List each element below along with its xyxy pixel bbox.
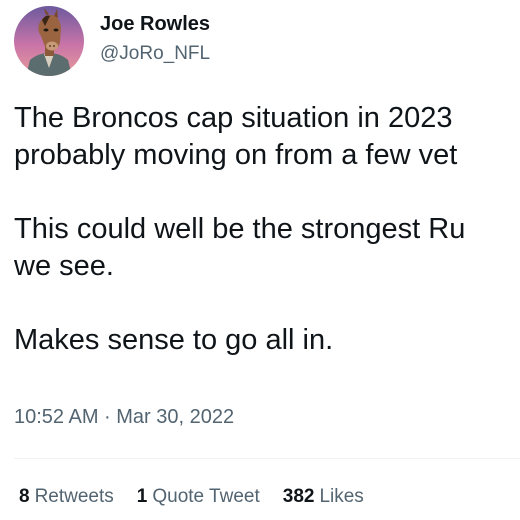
tweet-paragraph: The Broncos cap situation in 2023 probab…	[14, 100, 520, 174]
author-name[interactable]: Joe Rowles	[100, 13, 210, 36]
retweets-label: Retweets	[34, 486, 114, 507]
author-handle[interactable]: @JoRo_NFL	[100, 43, 210, 65]
likes-count: 382	[282, 486, 315, 507]
avatar[interactable]	[14, 6, 84, 76]
retweets-stat[interactable]: 8 Retweets	[19, 486, 114, 508]
likes-label: Likes	[319, 486, 364, 507]
quote-tweets-label: Quote Tweet	[152, 486, 260, 507]
tweet-card: Joe Rowles @JoRo_NFL The Broncos cap sit…	[0, 0, 520, 520]
divider	[14, 458, 520, 459]
quote-tweets-count: 1	[136, 486, 148, 507]
horse-head-avatar-icon	[14, 6, 84, 76]
tweet-paragraph: Makes sense to go all in.	[14, 322, 520, 359]
retweets-count: 8	[19, 486, 30, 507]
tweet-timestamp[interactable]: 10:52 AM · Mar 30, 2022	[14, 406, 234, 429]
engagement-stats: 8 Retweets 1 Quote Tweet 382 Likes	[19, 486, 387, 508]
tweet-line: we see.	[14, 250, 114, 282]
tweet-line: Makes sense to go all in.	[14, 324, 334, 356]
quote-tweets-stat[interactable]: 1 Quote Tweet	[137, 486, 260, 508]
tweet-paragraph: This could well be the strongest Ru we s…	[14, 211, 520, 285]
tweet-line: This could well be the strongest Ru	[14, 213, 466, 245]
tweet-line: probably moving on from a few vet	[14, 139, 458, 171]
tweet-text: The Broncos cap situation in 2023 probab…	[14, 100, 520, 359]
tweet-line: The Broncos cap situation in 2023	[14, 102, 453, 134]
likes-stat[interactable]: 382 Likes	[283, 486, 364, 508]
